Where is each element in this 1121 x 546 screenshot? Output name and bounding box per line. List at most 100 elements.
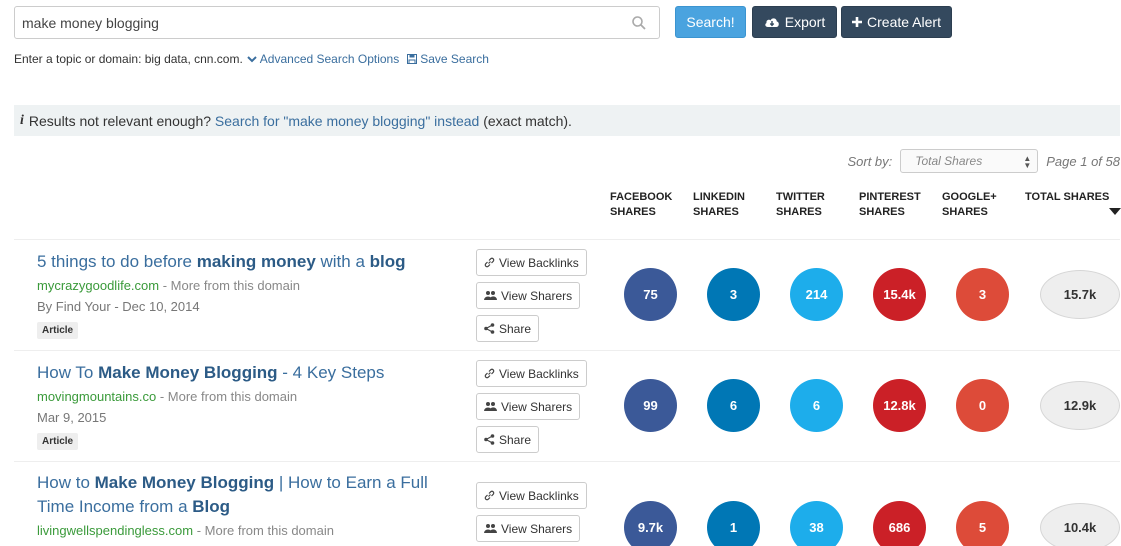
result-domain-line: movingmountains.co - More from this doma… <box>37 389 297 404</box>
result-title[interactable]: How To Make Money Blogging - 4 Key Steps <box>37 361 457 385</box>
view-backlinks-button[interactable]: View Backlinks <box>476 249 587 276</box>
view-sharers-button[interactable]: View Sharers <box>476 393 581 420</box>
total-shares-count: 12.9k <box>1040 381 1120 430</box>
advanced-search-link[interactable]: Advanced Search Options <box>247 52 399 66</box>
column-header-linkedin[interactable]: LINKEDIN SHARES <box>693 190 745 220</box>
save-search-label: Save Search <box>420 52 489 66</box>
view-backlinks-label: View Backlinks <box>499 488 579 503</box>
search-hint: Enter a topic or domain: big data, cnn.c… <box>14 52 489 66</box>
notice-prefix: Results not relevant enough? <box>28 112 212 129</box>
view-backlinks-button[interactable]: View Backlinks <box>476 482 587 509</box>
column-header-line: TWITTER <box>776 191 825 203</box>
total-shares-count: 15.7k <box>1040 270 1120 319</box>
column-header-line: LINKEDIN <box>693 191 745 203</box>
googleplus-shares-count: 3 <box>956 268 1009 321</box>
result-title[interactable]: How to Make Money Blogging | How to Earn… <box>37 471 457 519</box>
sort-label: Sort by: <box>847 153 893 169</box>
result-row: How To Make Money Blogging - 4 Key Steps… <box>14 350 1120 461</box>
result-domain[interactable]: mycrazygoodlife.com <box>37 278 159 293</box>
linkedin-shares-count: 1 <box>707 501 760 546</box>
search-input[interactable] <box>15 7 615 38</box>
users-icon <box>484 291 497 300</box>
title-highlight: Make Money Blogging <box>98 363 278 382</box>
content-type-badge: Article <box>37 433 79 450</box>
result-domain-line: livingwellspendingless.com - More from t… <box>37 523 334 538</box>
share-icon <box>484 323 495 334</box>
pinterest-shares-count: 686 <box>873 501 926 546</box>
view-sharers-button[interactable]: View Sharers <box>476 515 581 542</box>
search-box <box>14 6 660 39</box>
cloud-download-icon <box>765 18 779 27</box>
share-button[interactable]: Share <box>476 315 540 342</box>
column-header-pinterest[interactable]: PINTEREST SHARES <box>859 190 921 220</box>
result-domain[interactable]: movingmountains.co <box>37 389 156 404</box>
column-header-line: SHARES <box>776 206 822 218</box>
result-domain[interactable]: livingwellspendingless.com <box>37 523 193 538</box>
title-highlight: making money <box>196 252 316 271</box>
share-icon <box>484 434 495 445</box>
title-text: with a <box>315 252 370 271</box>
column-header-line: TOTAL SHARES <box>1025 191 1110 203</box>
create-alert-button[interactable]: Create Alert <box>841 6 952 38</box>
relevance-notice: i Results not relevant enough? Search fo… <box>14 105 1120 136</box>
column-header-facebook[interactable]: FACEBOOK SHARES <box>610 190 672 220</box>
title-text: - 4 Key Steps <box>277 363 385 382</box>
linkedin-shares-count: 6 <box>707 379 760 432</box>
users-icon <box>484 402 497 411</box>
view-sharers-label: View Sharers <box>501 521 573 536</box>
title-text: How to <box>37 473 95 492</box>
view-sharers-button[interactable]: View Sharers <box>476 282 581 309</box>
view-backlinks-label: View Backlinks <box>499 366 579 381</box>
column-header-line: FACEBOOK <box>610 191 673 203</box>
more-from-domain-link[interactable]: - More from this domain <box>156 389 297 404</box>
column-header-line: SHARES <box>693 206 739 218</box>
link-icon <box>484 257 495 268</box>
view-sharers-label: View Sharers <box>501 288 573 303</box>
create-alert-button-label: Create Alert <box>867 14 941 30</box>
search-button-label: Search! <box>686 14 735 30</box>
link-icon <box>484 368 495 379</box>
view-backlinks-label: View Backlinks <box>499 255 579 270</box>
export-button[interactable]: Export <box>752 6 837 38</box>
result-row: How to Make Money Blogging | How to Earn… <box>14 461 1120 546</box>
sort-select[interactable]: Total Shares ▲ ▼ <box>900 149 1039 173</box>
title-highlight: blog <box>369 252 406 271</box>
export-button-label: Export <box>784 14 826 30</box>
twitter-shares-count: 6 <box>790 379 843 432</box>
googleplus-shares-count: 5 <box>956 501 1009 546</box>
column-header-line: PINTEREST <box>859 191 921 203</box>
linkedin-shares-count: 3 <box>707 268 760 321</box>
view-backlinks-button[interactable]: View Backlinks <box>476 360 587 387</box>
column-header-googleplus[interactable]: GOOGLE+ SHARES <box>942 190 997 220</box>
info-icon: i <box>20 112 24 128</box>
result-row: 5 things to do before making money with … <box>14 239 1120 350</box>
users-icon <box>484 524 497 533</box>
sort-selected: Total Shares <box>915 154 983 168</box>
result-meta: Mar 9, 2015 <box>37 410 107 425</box>
share-button[interactable]: Share <box>476 426 540 453</box>
column-header-twitter[interactable]: TWITTER SHARES <box>776 190 825 220</box>
plus-icon <box>852 17 863 27</box>
column-header-line: SHARES <box>859 206 905 218</box>
search-button[interactable]: Search! <box>675 6 746 38</box>
title-text: How To <box>37 363 99 382</box>
total-shares-count: 10.4k <box>1040 503 1120 546</box>
search-icon[interactable] <box>631 15 647 31</box>
exact-match-search-link[interactable]: Search for "make money blogging" instead <box>215 113 479 129</box>
pinterest-shares-count: 15.4k <box>873 268 926 321</box>
save-search-link[interactable]: Save Search <box>407 52 489 66</box>
notice-suffix: (exact match). <box>483 112 572 129</box>
more-from-domain-link[interactable]: - More from this domain <box>193 523 334 538</box>
sort-descending-icon[interactable] <box>1109 208 1121 215</box>
title-highlight: Make Money Blogging <box>94 473 275 492</box>
share-label: Share <box>499 321 532 336</box>
view-sharers-label: View Sharers <box>501 399 573 414</box>
facebook-shares-count: 9.7k <box>624 501 677 546</box>
column-header-total[interactable]: TOTAL SHARES <box>1025 190 1109 205</box>
column-header-line: SHARES <box>942 206 988 218</box>
column-header-line: GOOGLE+ <box>942 191 997 203</box>
page-indicator: Page 1 of 58 <box>1046 153 1120 169</box>
result-title[interactable]: 5 things to do before making money with … <box>37 250 457 274</box>
more-from-domain-link[interactable]: - More from this domain <box>159 278 300 293</box>
link-icon <box>484 490 495 501</box>
